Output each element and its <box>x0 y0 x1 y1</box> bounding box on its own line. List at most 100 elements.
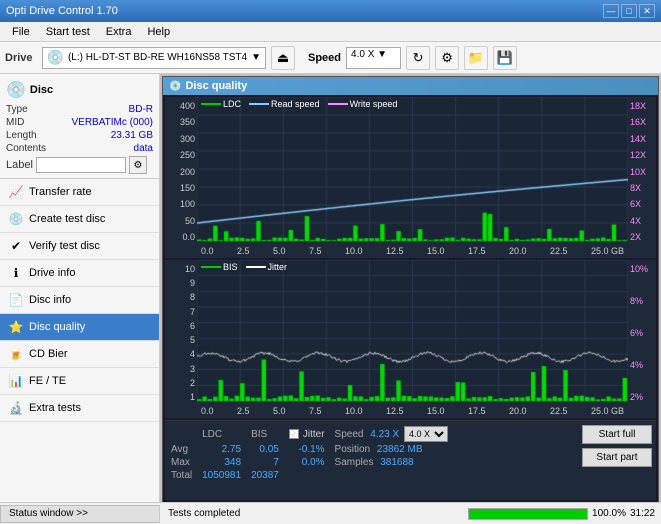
stats-row: LDC BIS ✓ Jitter Speed <box>165 420 656 500</box>
chart1-x-labels: 0.0 2.5 5.0 7.5 10.0 12.5 15.0 17.5 20.0… <box>197 244 628 258</box>
buttons-panel: Start full Start part <box>582 425 652 496</box>
legend-bis-color <box>201 266 221 268</box>
position-value: 23862 MB <box>377 444 423 455</box>
disc-section-label: Disc <box>30 84 53 96</box>
sidebar-item-cd-bier[interactable]: 🍺 CD Bier <box>0 341 159 368</box>
sidebar-item-extra-tests-label: Extra tests <box>29 402 81 414</box>
menu-help[interactable]: Help <box>139 24 178 40</box>
content-area: 💿 Disc quality 400 350 300 250 200 150 1… <box>160 74 661 502</box>
close-button[interactable]: ✕ <box>639 4 655 18</box>
sidebar-item-disc-quality[interactable]: ⭐ Disc quality <box>0 314 159 341</box>
position-label: Position <box>335 444 371 455</box>
disc-label-button[interactable]: ⚙ <box>129 156 147 174</box>
progress-bar-fill <box>469 509 587 519</box>
extra-tests-icon: 🔬 <box>8 400 24 416</box>
chart2-x-labels: 0.0 2.5 5.0 7.5 10.0 12.5 15.0 17.5 20.0… <box>197 404 628 418</box>
ldc-avg: 2.75 <box>200 443 249 456</box>
jitter-label: Jitter <box>303 429 325 440</box>
fe-te-icon: 📊 <box>8 373 24 389</box>
start-part-button[interactable]: Start part <box>582 448 652 467</box>
drive-select[interactable]: 💿 (L:) HL-DT-ST BD-RE WH16NS58 TST4 ▼ <box>42 47 266 69</box>
legend-write: Write speed <box>328 99 398 109</box>
folder-button[interactable]: 📁 <box>464 46 488 70</box>
sidebar-item-extra-tests[interactable]: 🔬 Extra tests <box>0 395 159 422</box>
eject-button[interactable]: ⏏ <box>271 46 295 70</box>
speed-value: 4.0 X <box>351 49 374 60</box>
legend-write-label: Write speed <box>350 99 398 109</box>
disc-length-row: Length 23.31 GB <box>6 130 153 141</box>
cd-bier-icon: 🍺 <box>8 346 24 362</box>
minimize-button[interactable]: — <box>603 4 619 18</box>
chart2-wrapper: 10 9 8 7 6 5 4 3 2 1 <box>165 260 656 418</box>
disc-label-input[interactable] <box>36 157 126 173</box>
sidebar-item-create-test-disc[interactable]: 💿 Create test disc <box>0 206 159 233</box>
settings-button[interactable]: ⚙ <box>435 46 459 70</box>
status-text: Tests completed <box>160 508 468 519</box>
charts-container: 400 350 300 250 200 150 100 50 0.0 <box>163 95 658 502</box>
ldc-max: 348 <box>200 456 249 469</box>
speed-dropdown-icon[interactable]: ▼ <box>377 49 387 60</box>
disc-length-value: 23.31 GB <box>111 130 153 141</box>
stats-jitter-cb-cell: ✓ Jitter <box>287 425 333 443</box>
disc-label-row: Label ⚙ <box>6 156 153 174</box>
sidebar-item-cd-bier-label: CD Bier <box>29 348 68 360</box>
start-full-button[interactable]: Start full <box>582 425 652 444</box>
sidebar: 💿 Disc Type BD-R MID VERBATIMc (000) Len… <box>0 74 160 502</box>
chart1-y-right: 18X 16X 14X 12X 10X 8X 6X 4X 2X <box>628 97 656 258</box>
save-button[interactable]: 💾 <box>493 46 517 70</box>
refresh-button[interactable]: ↻ <box>406 46 430 70</box>
speed-label: Speed <box>308 52 341 64</box>
elapsed-time: 31:22 <box>630 508 655 519</box>
sidebar-item-transfer-rate[interactable]: 📈 Transfer rate <box>0 179 159 206</box>
drive-value: (L:) HL-DT-ST BD-RE WH16NS58 TST4 <box>68 52 247 63</box>
drive-label: Drive <box>5 52 33 64</box>
speed-select[interactable]: 4.0 X ▼ <box>346 47 401 69</box>
sidebar-item-verify-test-disc[interactable]: ✔ Verify test disc <box>0 233 159 260</box>
drive-dropdown-icon[interactable]: ▼ <box>251 52 261 63</box>
legend-write-color <box>328 103 348 105</box>
stats-ldc-header: LDC <box>200 425 249 443</box>
menu-extra[interactable]: Extra <box>98 24 140 40</box>
disc-panel: 💿 Disc Type BD-R MID VERBATIMc (000) Len… <box>0 74 159 179</box>
chart1-legend: LDC Read speed Write speed <box>201 99 397 109</box>
disc-quality-panel: 💿 Disc quality 400 350 300 250 200 150 1… <box>162 76 659 502</box>
disc-panel-header: 💿 Disc <box>6 80 153 100</box>
sidebar-item-create-test-disc-label: Create test disc <box>29 213 105 225</box>
samples-row: Samples 381688 <box>333 456 456 469</box>
menu-file[interactable]: File <box>4 24 38 40</box>
samples-value: 381688 <box>380 457 413 468</box>
progress-percentage: 100.0% <box>592 508 626 519</box>
speed-dropdown[interactable]: 4.0 X <box>404 426 448 442</box>
status-window-button[interactable]: Status window >> <box>0 505 160 523</box>
toolbar: Drive 💿 (L:) HL-DT-ST BD-RE WH16NS58 TST… <box>0 42 661 74</box>
total-label: Total <box>169 469 200 482</box>
disc-quality-icon: ⭐ <box>8 319 24 335</box>
ldc-total: 1050981 <box>200 469 249 482</box>
avg-label: Avg <box>169 443 200 456</box>
legend-ldc-label: LDC <box>223 99 241 109</box>
menu-start-test[interactable]: Start test <box>38 24 98 40</box>
disc-mid-value: VERBATIMc (000) <box>72 117 154 128</box>
stats-empty-header <box>169 425 200 443</box>
samples-label: Samples <box>335 457 374 468</box>
chart1-y-left: 400 350 300 250 200 150 100 50 0.0 <box>165 97 197 258</box>
jitter-checkbox[interactable]: ✓ <box>289 429 299 439</box>
sidebar-item-fe-te[interactable]: 📊 FE / TE <box>0 368 159 395</box>
jitter-info: ✓ Jitter <box>289 429 325 440</box>
disc-panel-icon: 💿 <box>6 80 26 100</box>
create-test-disc-icon: 💿 <box>8 211 24 227</box>
stats-table: LDC BIS ✓ Jitter Speed <box>169 425 456 496</box>
sidebar-item-disc-quality-label: Disc quality <box>29 321 85 333</box>
maximize-button[interactable]: □ <box>621 4 637 18</box>
disc-quality-header-icon: 💿 <box>169 81 181 92</box>
sidebar-item-drive-info[interactable]: ℹ Drive info <box>0 260 159 287</box>
window-controls: — □ ✕ <box>603 4 655 18</box>
chart1-wrapper: 400 350 300 250 200 150 100 50 0.0 <box>165 97 656 258</box>
progress-container: 100.0% 31:22 <box>468 508 661 520</box>
disc-contents-value: data <box>134 143 153 154</box>
chart2-y-right: 10% 8% 6% 4% 2% <box>628 260 656 418</box>
legend-ldc-color <box>201 103 221 105</box>
status-bar: Status window >> Tests completed 100.0% … <box>0 502 661 524</box>
sidebar-item-disc-info[interactable]: 📄 Disc info <box>0 287 159 314</box>
drive-icon: 💿 <box>47 49 64 66</box>
